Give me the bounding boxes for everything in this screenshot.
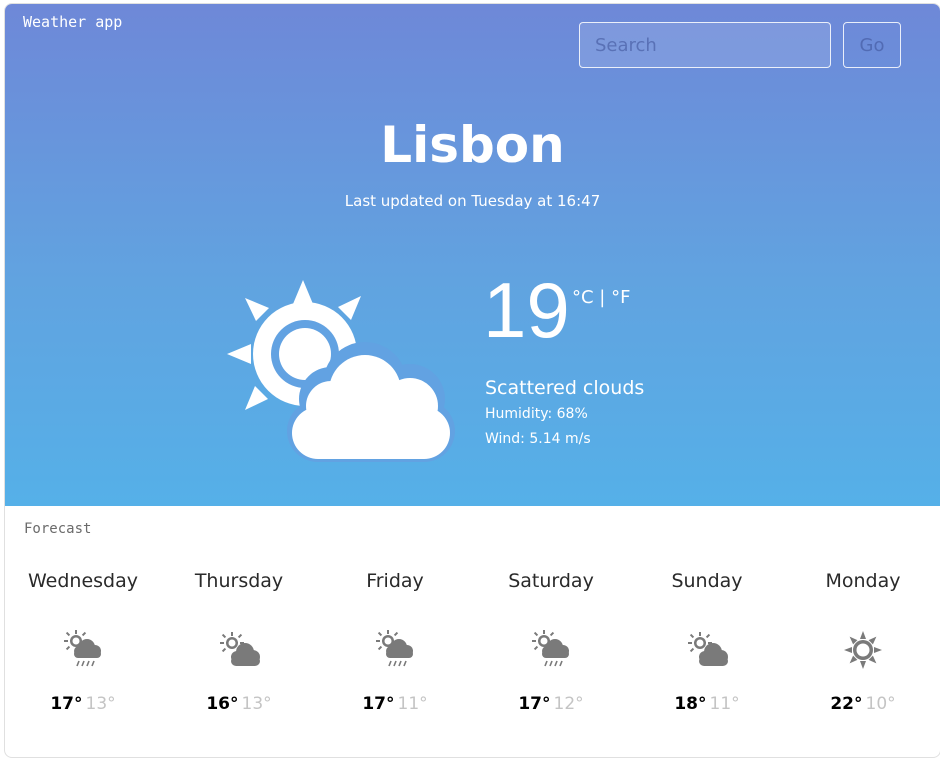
forecast-min-temp: 13° bbox=[241, 694, 272, 714]
wind-speed: Wind: 5.14 m/s bbox=[485, 431, 591, 447]
forecast-day-name: Thursday bbox=[194, 570, 284, 592]
forecast-day: Saturday 17° 12° bbox=[473, 570, 629, 714]
humidity: Humidity: 68% bbox=[485, 406, 588, 422]
sun-icon bbox=[844, 631, 882, 669]
partly-cloudy-icon bbox=[227, 280, 455, 462]
unit-toggle: °C | °F bbox=[572, 287, 630, 308]
forecast-max-temp: 17° bbox=[50, 694, 83, 714]
forecast-max-temp: 18° bbox=[674, 694, 707, 714]
forecast-heading: Forecast bbox=[24, 521, 92, 537]
current-temperature: 19 bbox=[483, 266, 570, 354]
forecast-day: Wednesday 17° 13° bbox=[5, 570, 161, 714]
forecast-min-temp: 10° bbox=[865, 694, 896, 714]
sun-cloud-rain-icon bbox=[376, 630, 413, 667]
forecast-max-temp: 17° bbox=[518, 694, 551, 714]
last-updated: Last updated on Tuesday at 16:47 bbox=[344, 192, 601, 210]
weather-card: Weather app Go Lisbon Last updated on Tu… bbox=[4, 3, 940, 758]
forecast-min-temp: 12° bbox=[553, 694, 584, 714]
app-title: Weather app bbox=[23, 13, 123, 31]
sun-cloud-icon bbox=[688, 632, 728, 666]
forecast-day-name: Sunday bbox=[671, 570, 743, 592]
forecast-min-temp: 11° bbox=[397, 694, 428, 714]
forecast-min-temp: 13° bbox=[85, 694, 116, 714]
celsius-link[interactable]: °C bbox=[572, 287, 594, 308]
forecast-day: Monday 22° 10° bbox=[785, 570, 940, 714]
forecast-day-name: Saturday bbox=[508, 570, 594, 592]
forecast-day: Thursday 16° 13° bbox=[161, 570, 317, 714]
forecast-day-name: Wednesday bbox=[27, 570, 138, 592]
forecast-max-temp: 17° bbox=[362, 694, 395, 714]
city-name: Lisbon bbox=[380, 116, 565, 174]
forecast-min-temp: 11° bbox=[709, 694, 740, 714]
forecast-max-temp: 22° bbox=[830, 694, 863, 714]
go-button[interactable]: Go bbox=[843, 22, 901, 68]
sun-cloud-rain-icon bbox=[64, 630, 101, 667]
forecast-day-name: Friday bbox=[366, 570, 424, 592]
forecast-day: Friday 17° 11° bbox=[317, 570, 473, 714]
weather-description: Scattered clouds bbox=[485, 377, 645, 399]
sun-cloud-icon bbox=[220, 632, 260, 666]
unit-separator: | bbox=[593, 287, 612, 308]
current-weather-panel: Weather app Go Lisbon Last updated on Tu… bbox=[5, 4, 940, 506]
fahrenheit-link[interactable]: °F bbox=[611, 287, 630, 308]
forecast-day: Sunday 18° 11° bbox=[629, 570, 785, 714]
sun-cloud-rain-icon bbox=[532, 630, 569, 667]
forecast-day-name: Monday bbox=[825, 570, 901, 592]
forecast-max-temp: 16° bbox=[206, 694, 239, 714]
search-input[interactable] bbox=[579, 22, 831, 68]
